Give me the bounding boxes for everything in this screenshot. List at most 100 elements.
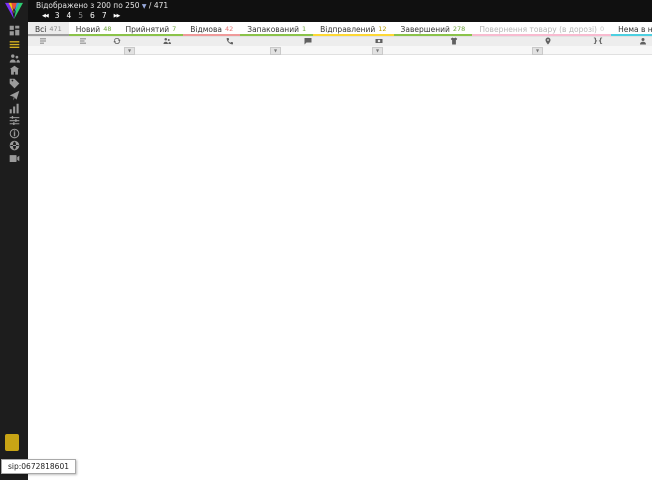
sidebar-item-orders[interactable] — [0, 38, 28, 50]
sidebar-item-campaigns[interactable] — [0, 89, 28, 101]
filter-dropdown-3[interactable]: ▼ — [532, 47, 543, 55]
filter-row: ▼ ▼ ▼ ▼ — [28, 46, 652, 55]
first-page-button[interactable]: ◀◀ — [42, 13, 48, 19]
tab-Новий[interactable]: Новий48 — [69, 22, 119, 36]
filter-dropdown-1[interactable]: ▼ — [270, 47, 281, 55]
tab-count: 1 — [302, 25, 306, 33]
column-header-phone[interactable] — [208, 36, 252, 46]
orders-icon — [9, 39, 20, 50]
column-header-money[interactable] — [364, 36, 394, 46]
filter-dropdown-2[interactable]: ▼ — [372, 47, 383, 55]
tab-label: Відмова — [190, 25, 222, 34]
tab-label: Всі — [35, 25, 46, 34]
send-icon — [9, 90, 20, 101]
column-header-lines2[interactable] — [58, 36, 108, 46]
tab-count: 12 — [378, 25, 386, 33]
tab-count: 42 — [225, 25, 233, 33]
column-header-spacer — [514, 36, 524, 46]
refresh-icon — [113, 37, 121, 45]
page-number-5[interactable]: 5 — [78, 11, 83, 20]
sidebar-chat-badge[interactable] — [5, 434, 19, 451]
app-logo-icon[interactable] — [3, 2, 25, 20]
pagination-summary: Відображено з 200 по 250 ▼ / 471 — [36, 1, 168, 10]
column-header-people[interactable] — [126, 36, 208, 46]
tab-Запакований[interactable]: Запакований1 — [240, 22, 313, 36]
column-header-spacer — [624, 36, 634, 46]
page-number-6[interactable]: 6 — [90, 11, 95, 20]
column-header-bubble[interactable] — [262, 36, 354, 46]
tab-count: 471 — [49, 25, 61, 33]
tag-icon — [9, 78, 20, 89]
column-header-brackets[interactable]: }{ — [572, 36, 624, 46]
tab-count: 0 — [600, 25, 604, 33]
tab-Всі[interactable]: Всі471 — [28, 22, 69, 36]
page-number-3[interactable]: 3 — [55, 11, 60, 20]
sidebar-item-statistics[interactable] — [0, 102, 28, 114]
money-icon — [375, 37, 383, 45]
sidebar-item-dashboard[interactable] — [0, 24, 28, 36]
lines2-icon — [79, 37, 87, 45]
phone-icon — [226, 37, 234, 45]
clients-icon — [9, 53, 20, 64]
tab-underline — [69, 34, 119, 36]
brackets-icon: }{ — [593, 37, 603, 45]
tab-label: Прийнятий — [125, 25, 169, 34]
sidebar-item-warehouse[interactable] — [0, 64, 28, 76]
tab-underline — [118, 34, 183, 36]
last-page-button[interactable]: ▶▶ — [114, 13, 120, 19]
column-header-refresh[interactable] — [108, 36, 126, 46]
sidebar-item-info[interactable] — [0, 127, 28, 139]
lines-icon — [39, 37, 47, 45]
status-tabs: Всі471Новий48Прийнятий7Відмова42Запакова… — [28, 22, 652, 37]
tab-label: Запакований — [247, 25, 299, 34]
shirt-icon — [450, 37, 458, 45]
store-icon — [9, 65, 20, 76]
tab-label: Новий — [76, 25, 100, 34]
tab-count: 7 — [172, 25, 176, 33]
people-icon — [163, 37, 171, 45]
column-header-pin[interactable] — [524, 36, 572, 46]
sip-tooltip: sip:0672818601 — [1, 459, 76, 474]
chevron-down-icon[interactable]: ▼ — [142, 3, 147, 10]
tab-count: 278 — [453, 25, 465, 33]
pagination: ◀◀ 34567 ▶▶ — [42, 11, 119, 20]
page-number-7[interactable]: 7 — [102, 11, 107, 20]
tab-Відправлений[interactable]: Відправлений12 — [313, 22, 393, 36]
tab-Завершений[interactable]: Завершений278 — [394, 22, 473, 36]
tab-label: Відправлений — [320, 25, 375, 34]
tab-underline — [183, 34, 240, 36]
column-header-lines[interactable] — [28, 36, 58, 46]
tab-label: Повернення товару (в дорозі) — [479, 25, 597, 34]
tab-Повернення товару (в дорозі)[interactable]: Повернення товару (в дорозі)0 — [472, 22, 611, 36]
page-number-4[interactable]: 4 — [66, 11, 71, 20]
tab-underline — [240, 34, 313, 36]
sliders-icon — [9, 115, 20, 126]
info-icon — [9, 128, 20, 139]
person-icon — [639, 37, 647, 45]
column-header-spacer — [252, 36, 262, 46]
tab-underline — [611, 34, 652, 36]
tab-Прийнятий[interactable]: Прийнятий7 — [118, 22, 183, 36]
tab-underline — [394, 34, 473, 36]
crm-app: Відображено з 200 по 250 ▼ / 471 ◀◀ 3456… — [0, 0, 652, 480]
tab-Нема в наявності[interactable]: Нема в наявності1 — [611, 22, 652, 36]
sidebar-item-video[interactable] — [0, 152, 28, 164]
sidebar-item-products[interactable] — [0, 77, 28, 89]
bubble-icon — [304, 37, 312, 45]
tab-underline — [28, 34, 69, 36]
globe-icon — [9, 140, 20, 151]
chart-icon — [9, 103, 20, 114]
video-icon — [9, 153, 20, 164]
top-bar: Відображено з 200 по 250 ▼ / 471 ◀◀ 3456… — [28, 0, 652, 22]
filter-dropdown-0[interactable]: ▼ — [124, 47, 135, 55]
tab-Відмова[interactable]: Відмова42 — [183, 22, 240, 36]
pin-icon — [544, 37, 552, 45]
sidebar-item-clients[interactable] — [0, 52, 28, 64]
column-header-person[interactable] — [634, 36, 652, 46]
tab-label: Нема в наявності — [618, 25, 652, 34]
dashboard-icon — [9, 25, 20, 36]
sidebar-item-web[interactable] — [0, 139, 28, 151]
sidebar-item-settings[interactable] — [0, 114, 28, 126]
column-header-spacer — [354, 36, 364, 46]
column-header-shirt[interactable] — [394, 36, 514, 46]
